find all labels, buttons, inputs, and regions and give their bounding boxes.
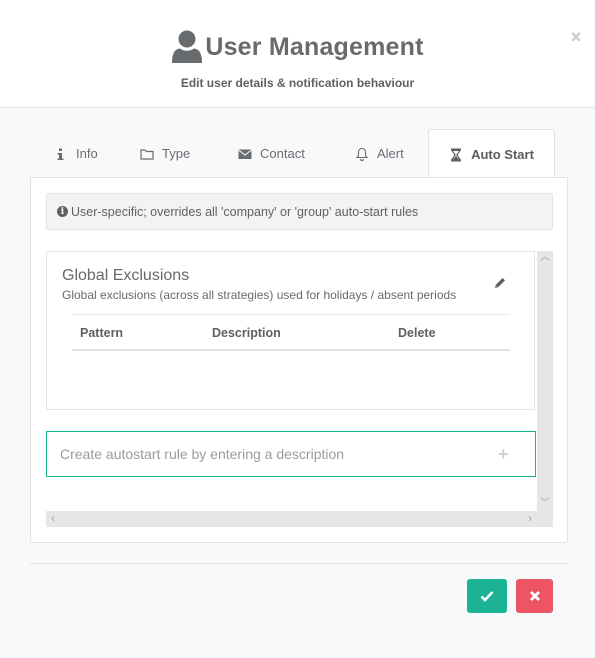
column-header-delete[interactable]: Delete — [398, 326, 436, 340]
close-icon — [529, 591, 540, 601]
tab-label: Info — [76, 146, 98, 161]
user-icon — [172, 30, 203, 63]
folder-icon — [140, 147, 154, 161]
tab-alert[interactable]: Alert — [355, 129, 404, 178]
card-subtitle: Global exclusions (across all strategies… — [62, 288, 457, 302]
tab-type[interactable]: Type — [140, 129, 190, 178]
table-header: Pattern Description Delete — [72, 314, 510, 351]
info-alert: i User-specific; overrides all 'company'… — [46, 193, 553, 230]
horizontal-scrollbar[interactable]: ‹ › — [46, 511, 537, 527]
page-title: User Management — [205, 32, 424, 61]
info-icon — [54, 147, 68, 161]
autostart-rule-input[interactable] — [47, 446, 467, 462]
tab-auto-start[interactable]: Auto Start — [428, 129, 555, 179]
global-exclusions-card: Global Exclusions Global exclusions (acr… — [46, 251, 535, 410]
page-subtitle: Edit user details & notification behavio… — [180, 76, 415, 90]
card-title: Global Exclusions — [62, 267, 190, 284]
modal-header: × User Management Edit user details & no… — [0, 0, 595, 108]
hourglass-icon — [449, 148, 463, 162]
tab-label: Contact — [260, 146, 305, 161]
vertical-scrollbar[interactable]: ︿ ﹀ — [537, 251, 553, 511]
tab-contact[interactable]: Contact — [238, 129, 305, 178]
autostart-rule-field: + — [46, 431, 536, 477]
title-row: User Management — [0, 30, 595, 70]
scroll-down-icon[interactable]: ﹀ — [537, 497, 553, 511]
tab-label: Alert — [377, 146, 404, 161]
check-icon — [480, 591, 494, 602]
scroll-up-icon[interactable]: ︿ — [537, 251, 553, 265]
bell-icon — [355, 147, 369, 161]
scroll-container: Global Exclusions Global exclusions (acr… — [46, 251, 553, 527]
plus-icon: + — [498, 444, 509, 464]
info-circle-icon: i — [57, 206, 68, 217]
cancel-button[interactable] — [516, 579, 553, 613]
exclusions-table: Pattern Description Delete — [72, 314, 510, 351]
footer-divider — [30, 563, 568, 564]
tab-label: Type — [162, 146, 191, 161]
column-header-pattern[interactable]: Pattern — [80, 326, 123, 340]
scroll-left-icon[interactable]: ‹ — [46, 511, 60, 527]
auto-start-panel: i User-specific; overrides all 'company'… — [30, 177, 568, 543]
add-rule-button[interactable]: + — [498, 445, 509, 463]
tab-info[interactable]: Info — [54, 129, 98, 178]
column-header-description[interactable]: Description — [212, 326, 281, 340]
scroll-right-icon[interactable]: › — [523, 511, 537, 527]
tab-label: Auto Start — [471, 147, 534, 162]
confirm-button[interactable] — [467, 579, 507, 613]
scrollbar-corner — [537, 511, 553, 527]
pencil-icon[interactable] — [493, 276, 507, 290]
tab-bar: Info Type Contact Alert Auto Start — [30, 129, 568, 179]
envelope-icon — [238, 147, 252, 161]
info-text: User-specific; overrides all 'company' o… — [71, 204, 419, 219]
